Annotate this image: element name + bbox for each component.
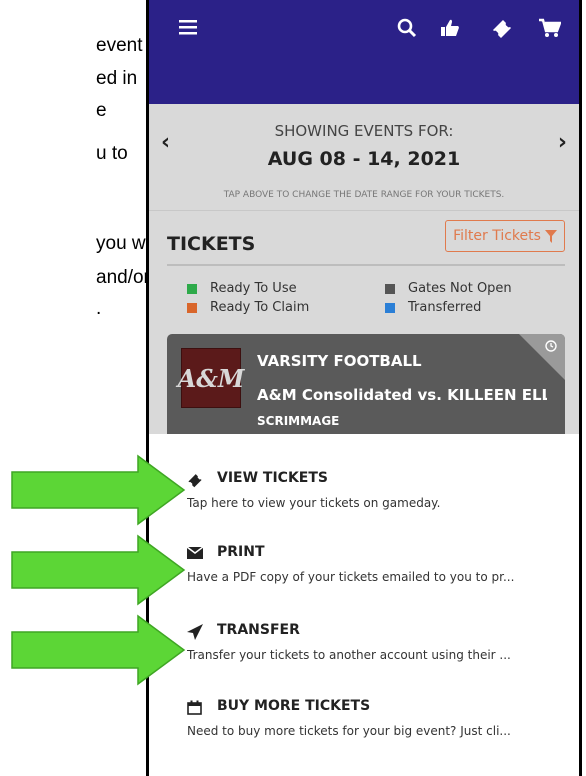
filter-label: Filter Tickets: [453, 228, 541, 244]
status-swatch: [385, 284, 395, 294]
app-header: [149, 0, 579, 104]
clock-icon: [545, 340, 557, 355]
legend-label: Gates Not Open: [408, 281, 512, 296]
print-option[interactable]: PRINT Have a PDF copy of your tickets em…: [186, 544, 567, 594]
option-title: BUY MORE TICKETS: [217, 698, 371, 714]
option-title: VIEW TICKETS: [217, 470, 329, 486]
view-tickets-option[interactable]: VIEW TICKETS Tap here to view your ticke…: [187, 470, 567, 520]
envelope-icon: [186, 546, 204, 562]
instruction-line: .: [96, 298, 102, 319]
event-sport: VARSITY FOOTBALL: [257, 352, 422, 370]
instruction-line: and/or: [96, 267, 150, 288]
instruction-line: u to: [96, 143, 128, 164]
arrow-transfer: [11, 614, 186, 686]
option-description: Have a PDF copy of your tickets emailed …: [187, 570, 515, 584]
option-title: PRINT: [217, 544, 265, 560]
option-description: Tap here to view your tickets on gameday…: [187, 496, 441, 510]
next-week-button[interactable]: ›: [558, 130, 567, 155]
legend-label: Ready To Use: [210, 281, 297, 296]
team-logo: A&M: [178, 348, 244, 408]
ticket-icon: [187, 472, 203, 488]
status-swatch: [187, 303, 197, 313]
option-description: Need to buy more tickets for your big ev…: [187, 724, 511, 738]
date-hint: TAP ABOVE TO CHANGE THE DATE RANGE FOR Y…: [223, 190, 505, 200]
filter-tickets-button[interactable]: Filter Tickets: [445, 220, 565, 252]
buy-more-tickets-option[interactable]: BUY MORE TICKETS Need to buy more ticket…: [187, 698, 567, 748]
paper-plane-icon: [187, 624, 203, 640]
date-range[interactable]: AUG 08 - 14, 2021: [149, 148, 579, 170]
legend-label: Transferred: [408, 300, 482, 315]
arrow-view-tickets: [11, 454, 186, 526]
showing-label: SHOWING EVENTS FOR:: [274, 122, 454, 140]
ticket-icon[interactable]: [491, 18, 513, 43]
event-type: SCRIMMAGE: [257, 414, 340, 428]
tickets-heading: TICKETS: [167, 233, 256, 255]
instruction-line: event: [96, 35, 143, 56]
event-matchup: A&M Consolidated vs. KILLEEN ELLI...: [257, 386, 547, 404]
instruction-line: e: [96, 100, 107, 121]
arrow-print: [11, 534, 186, 606]
option-description: Transfer your tickets to another account…: [187, 648, 511, 662]
transfer-option[interactable]: TRANSFER Transfer your tickets to anothe…: [187, 622, 567, 672]
option-title: TRANSFER: [217, 622, 300, 638]
legend-label: Ready To Claim: [210, 300, 310, 315]
thumbs-up-icon[interactable]: [440, 18, 460, 43]
filter-icon: [544, 229, 557, 243]
menu-icon[interactable]: [179, 18, 197, 41]
status-swatch: [385, 303, 395, 313]
cart-icon[interactable]: [539, 18, 562, 43]
date-range-selector[interactable]: ‹ SHOWING EVENTS FOR: AUG 08 - 14, 2021 …: [149, 104, 579, 211]
calendar-icon: [187, 700, 203, 716]
card-corner: [519, 334, 565, 380]
divider: [167, 264, 565, 266]
status-swatch: [187, 284, 197, 294]
action-sheet: VIEW TICKETS Tap here to view your ticke…: [149, 434, 579, 776]
instruction-line: ed in: [96, 68, 138, 89]
phone-screen: ‹ SHOWING EVENTS FOR: AUG 08 - 14, 2021 …: [146, 0, 582, 776]
search-icon[interactable]: [397, 18, 417, 43]
